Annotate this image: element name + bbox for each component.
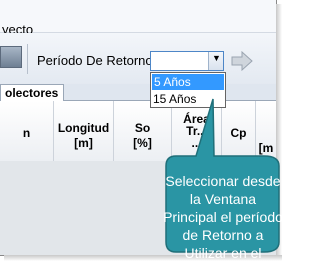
callout-text: Seleccionar desde la Ventana Principal e… <box>163 173 283 279</box>
